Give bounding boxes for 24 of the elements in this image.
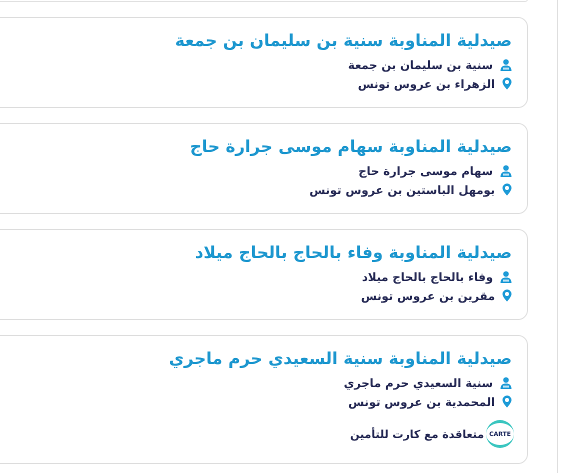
owner-name: سنية السعيدي حرم ماجري: [344, 376, 493, 390]
pharmacy-address: الزهراء بن عروس تونس: [358, 76, 495, 90]
pharmacy-address: بومهل الباستين بن عروس تونس: [309, 182, 495, 196]
person-icon: [500, 164, 512, 176]
pharmacy-name: صيدلية المناوبة وفاء بالحاج بالحاج ميلاد: [195, 242, 512, 264]
pharmacy-card[interactable]: صيدلية المناوبة سهام موسى جرارة حاج سهام موسى جرارة حاج بومهل الباستين بن عروس تونس: [0, 123, 528, 214]
pharmacy-name: صيدلية المناوبة سهام موسى جرارة حاج: [190, 136, 512, 158]
location-pin-icon: [502, 183, 512, 196]
location-pin-icon: [502, 395, 512, 408]
pharmacy-card[interactable]: صيدلية المناوبة سنية بن سليمان بن جمعة سنية بن سليمان بن جمعة الزهراء بن عروس تونس: [0, 17, 528, 108]
pharmacy-address: مقرين بن عروس تونس: [360, 288, 495, 302]
insurance-label: متعاقدة مع كارت للتأمين: [350, 428, 484, 440]
pharmacy-name: صيدلية المناوبة سنية بن سليمان بن جمعة: [174, 30, 512, 52]
pharmacy-address: المحمدية بن عروس تونس: [348, 394, 495, 408]
location-pin-icon: [502, 77, 512, 90]
person-icon: [500, 376, 512, 388]
person-icon: [500, 58, 512, 70]
person-icon: [500, 270, 512, 282]
location-pin-icon: [502, 289, 512, 302]
pharmacy-name: صيدلية المناوبة سنية السعيدي حرم ماجري: [168, 348, 512, 370]
pharmacy-card[interactable]: صيدلية المناوبة وفاء بالحاج بالحاج ميلاد وفاء بالحاج بالحاج ميلاد مقرين بن عروس تونس: [0, 229, 528, 320]
owner-name: سهام موسى جرارة حاج: [358, 164, 493, 178]
owner-name: سنية بن سليمان بن جمعة: [348, 58, 493, 72]
owner-name: وفاء بالحاج بالحاج ميلاد: [362, 270, 493, 284]
